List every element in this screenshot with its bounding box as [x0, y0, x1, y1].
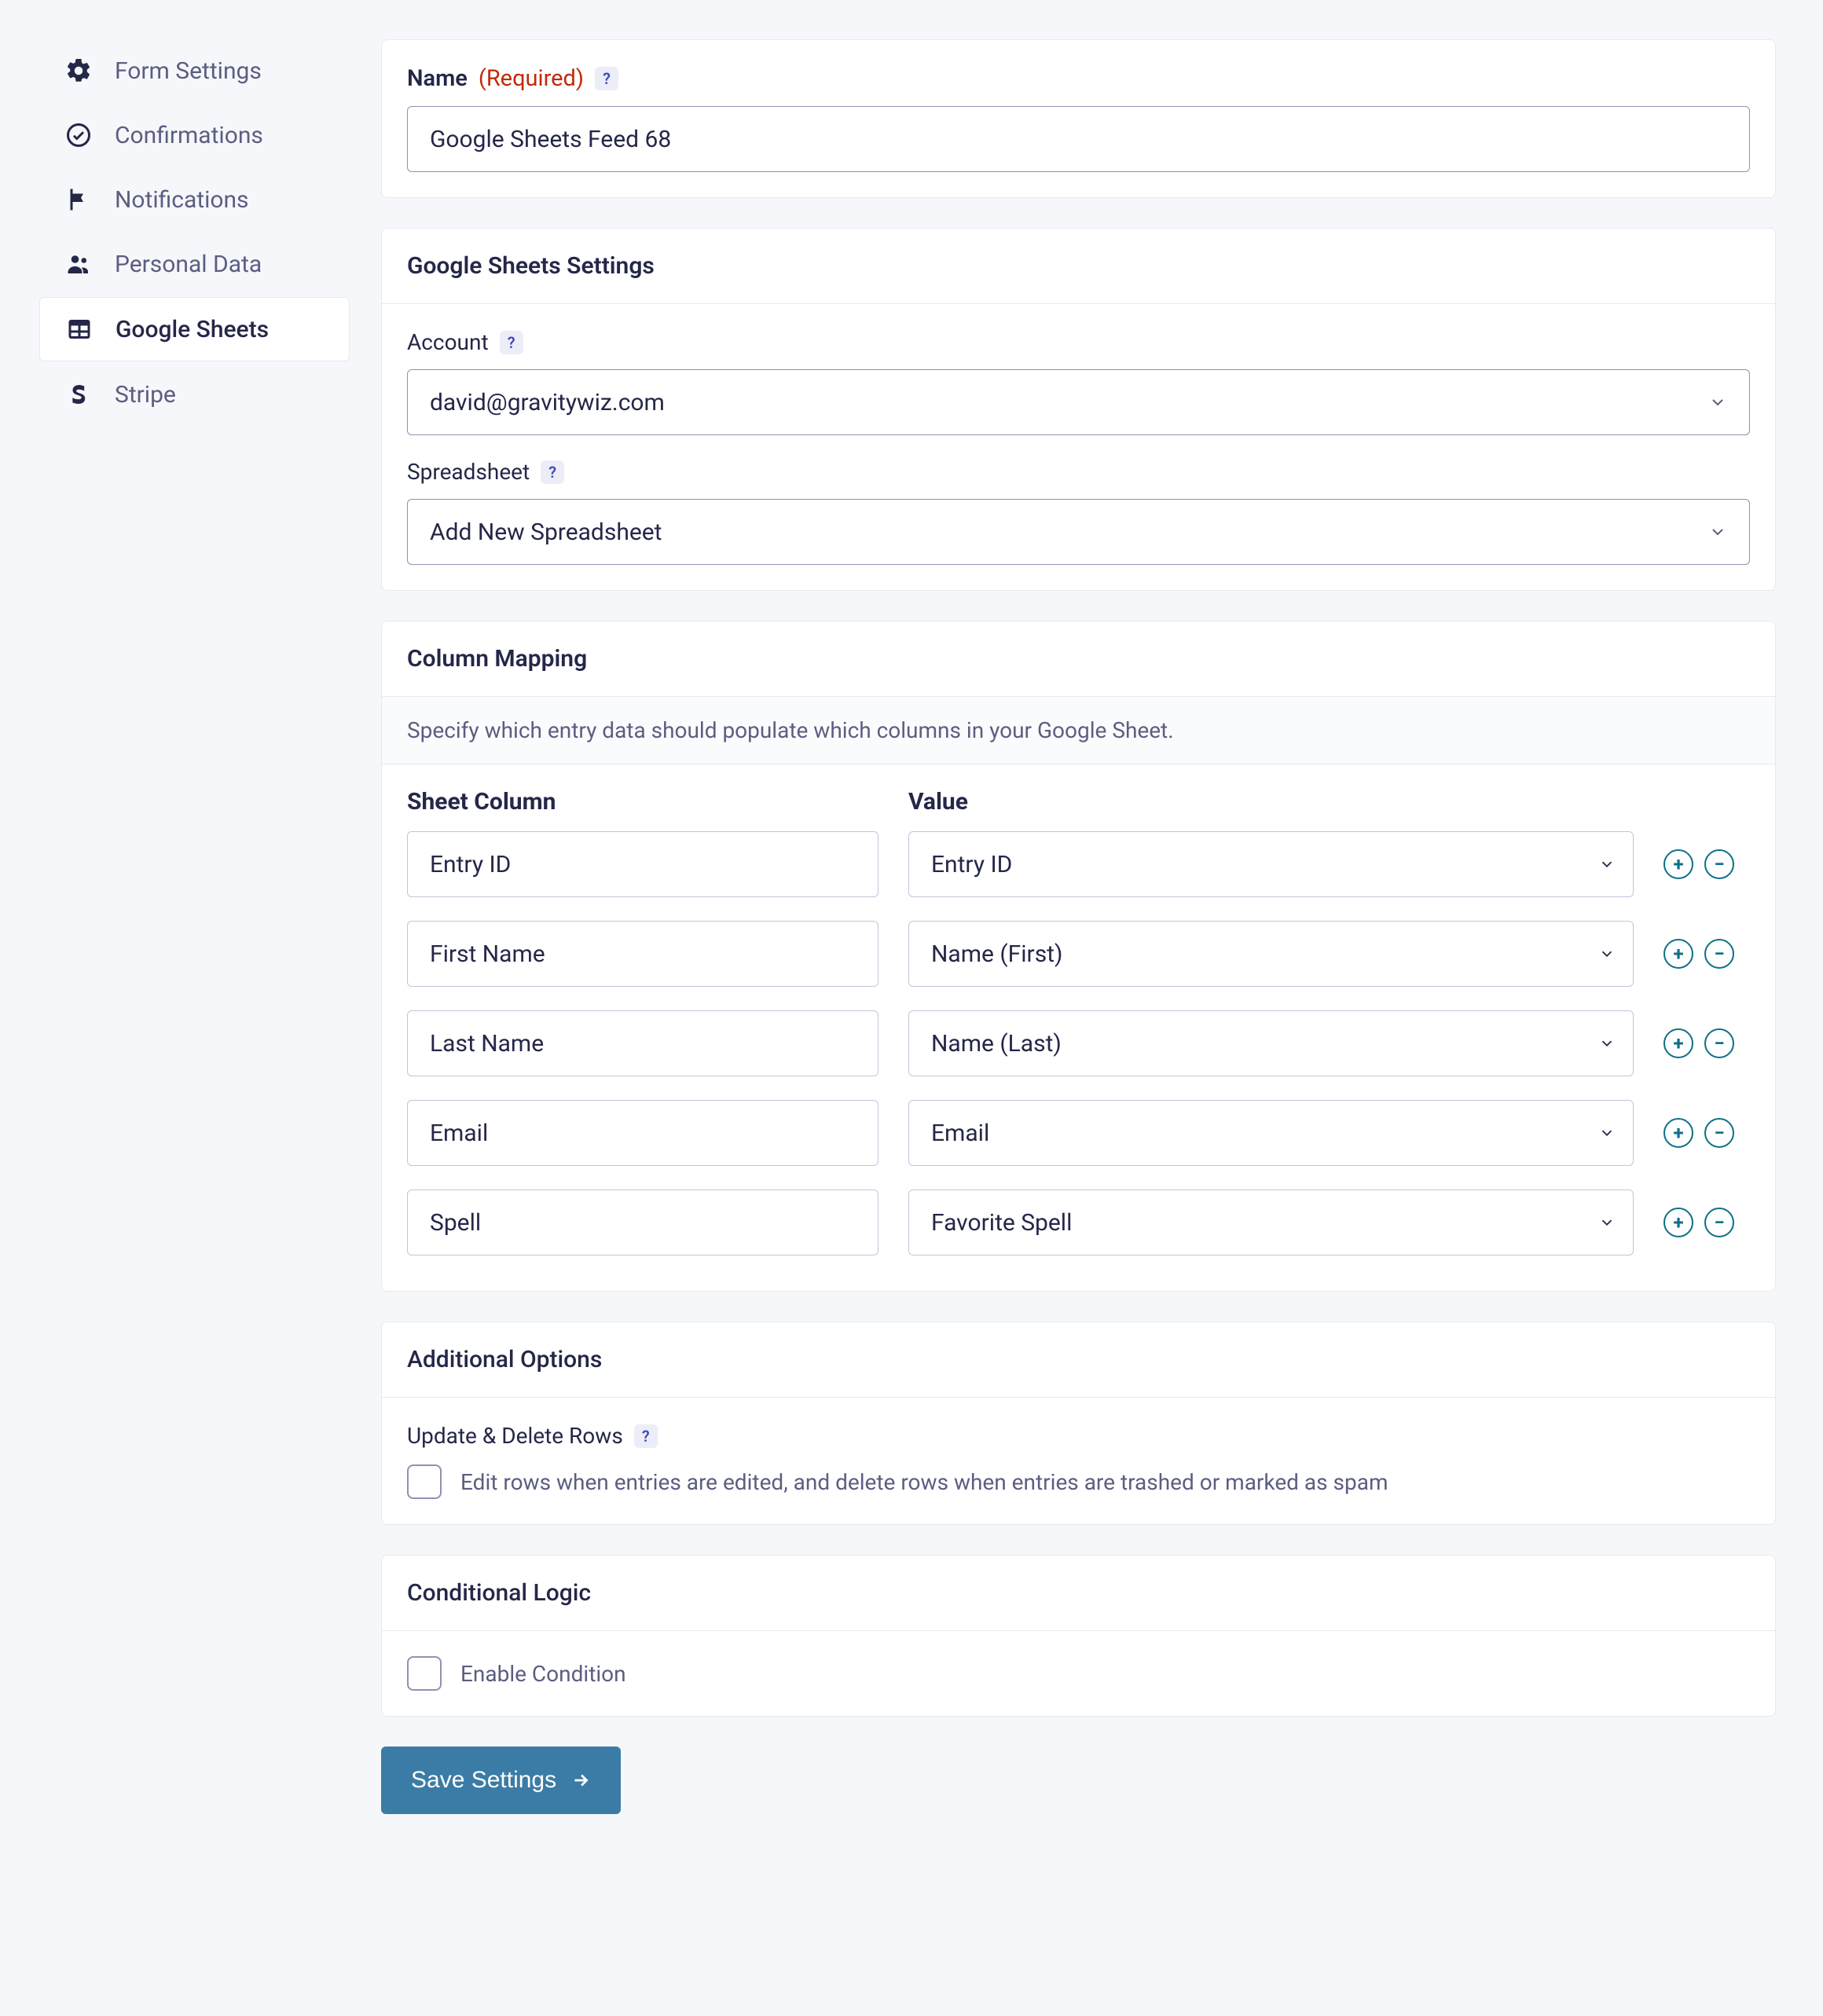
card-conditional-logic: Conditional Logic Enable Condition: [381, 1555, 1776, 1717]
remove-row-button[interactable]: −: [1704, 1028, 1734, 1058]
column-mapping-description: Specify which entry data should populate…: [382, 697, 1775, 764]
sidebar-item-notifications[interactable]: Notifications: [39, 168, 350, 231]
card-column-mapping: Column Mapping Specify which entry data …: [381, 621, 1776, 1292]
sidebar-item-label: Stripe: [115, 381, 176, 409]
spreadsheet-select[interactable]: Add New Spreadsheet: [407, 499, 1750, 565]
google-sheets-settings-heading: Google Sheets Settings: [382, 229, 1775, 304]
add-row-button[interactable]: +: [1663, 1118, 1693, 1148]
sidebar-item-personal-data[interactable]: Personal Data: [39, 233, 350, 295]
remove-row-button[interactable]: −: [1704, 1118, 1734, 1148]
mapping-row: Name (Last) + −: [407, 1010, 1750, 1076]
value-select[interactable]: Name (Last): [908, 1010, 1634, 1076]
chevron-down-icon: [1598, 1124, 1616, 1142]
help-icon[interactable]: ?: [634, 1424, 658, 1448]
sheet-column-header: Sheet Column: [407, 788, 878, 816]
sheet-column-input[interactable]: [407, 1010, 878, 1076]
value-select[interactable]: Name (First): [908, 921, 1634, 987]
sidebar-item-label: Form Settings: [115, 57, 262, 85]
stripe-icon: [63, 379, 94, 410]
spreadsheet-label: Spreadsheet ?: [407, 459, 1750, 485]
chevron-down-icon: [1598, 1214, 1616, 1231]
required-marker: (Required): [479, 65, 584, 92]
enable-condition-checkbox[interactable]: [407, 1656, 442, 1691]
conditional-logic-heading: Conditional Logic: [382, 1556, 1775, 1631]
save-button-label: Save Settings: [411, 1767, 556, 1794]
sheet-column-input[interactable]: [407, 1100, 878, 1166]
add-row-button[interactable]: +: [1663, 1028, 1693, 1058]
sidebar-item-label: Personal Data: [115, 251, 262, 278]
account-select-value: david@gravitywiz.com: [430, 389, 665, 416]
card-name: Name (Required) ?: [381, 39, 1776, 198]
sheet-column-input[interactable]: [407, 921, 878, 987]
name-label: Name (Required) ?: [407, 65, 1750, 92]
card-google-sheets-settings: Google Sheets Settings Account ? david@g…: [381, 228, 1776, 591]
sidebar-item-label: Notifications: [115, 186, 249, 214]
help-icon[interactable]: ?: [500, 331, 523, 354]
sidebar-item-label: Confirmations: [115, 122, 263, 149]
check-circle-icon: [63, 119, 94, 151]
add-row-button[interactable]: +: [1663, 939, 1693, 969]
account-label: Account ?: [407, 329, 1750, 355]
chevron-down-icon: [1598, 945, 1616, 962]
sidebar-item-google-sheets[interactable]: Google Sheets: [39, 297, 350, 361]
update-delete-check-label: Edit rows when entries are edited, and d…: [460, 1469, 1388, 1495]
name-input[interactable]: [407, 106, 1750, 172]
add-row-button[interactable]: +: [1663, 849, 1693, 879]
mapping-row: Email + −: [407, 1100, 1750, 1166]
value-select[interactable]: Entry ID: [908, 831, 1634, 897]
value-select[interactable]: Email: [908, 1100, 1634, 1166]
flag-icon: [63, 184, 94, 215]
main-content: Name (Required) ? Google Sheets Settings…: [350, 0, 1823, 2016]
sidebar-item-form-settings[interactable]: Form Settings: [39, 39, 350, 102]
sheet-column-input[interactable]: [407, 831, 878, 897]
value-column-header: Value: [908, 788, 1634, 816]
card-additional-options: Additional Options Update & Delete Rows …: [381, 1321, 1776, 1525]
arrow-right-icon: [570, 1770, 591, 1791]
enable-condition-label: Enable Condition: [460, 1661, 626, 1687]
sidebar-item-stripe[interactable]: Stripe: [39, 363, 350, 426]
sidebar-item-confirmations[interactable]: Confirmations: [39, 104, 350, 167]
mapping-row: Entry ID + −: [407, 831, 1750, 897]
chevron-down-icon: [1598, 856, 1616, 873]
mapping-row: Name (First) + −: [407, 921, 1750, 987]
update-delete-checkbox[interactable]: [407, 1464, 442, 1499]
chevron-down-icon: [1598, 1035, 1616, 1052]
people-icon: [63, 248, 94, 280]
column-mapping-heading: Column Mapping: [382, 621, 1775, 697]
gear-icon: [63, 55, 94, 86]
spreadsheet-select-value: Add New Spreadsheet: [430, 519, 662, 546]
sidebar: Form Settings Confirmations Notification…: [0, 0, 350, 2016]
google-sheets-icon: [64, 313, 95, 345]
help-icon[interactable]: ?: [595, 67, 618, 90]
save-settings-button[interactable]: Save Settings: [381, 1747, 621, 1814]
help-icon[interactable]: ?: [541, 460, 564, 484]
chevron-down-icon: [1708, 522, 1727, 541]
value-select[interactable]: Favorite Spell: [908, 1189, 1634, 1255]
account-select[interactable]: david@gravitywiz.com: [407, 369, 1750, 435]
remove-row-button[interactable]: −: [1704, 939, 1734, 969]
remove-row-button[interactable]: −: [1704, 1208, 1734, 1237]
sidebar-item-label: Google Sheets: [116, 316, 269, 343]
add-row-button[interactable]: +: [1663, 1208, 1693, 1237]
additional-options-heading: Additional Options: [382, 1322, 1775, 1398]
chevron-down-icon: [1708, 393, 1727, 412]
update-delete-label: Update & Delete Rows ?: [407, 1423, 1750, 1449]
remove-row-button[interactable]: −: [1704, 849, 1734, 879]
sheet-column-input[interactable]: [407, 1189, 878, 1255]
mapping-row: Favorite Spell + −: [407, 1189, 1750, 1255]
